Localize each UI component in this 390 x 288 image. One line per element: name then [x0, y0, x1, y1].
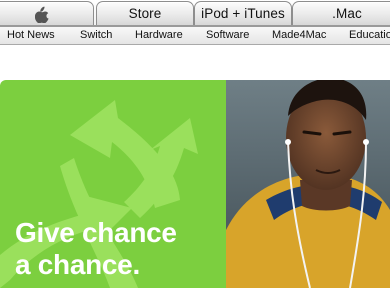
hero-headline-line1: Give chance: [15, 217, 177, 248]
subnav-software[interactable]: Software: [206, 27, 249, 43]
man-with-earbuds-photo: [226, 80, 390, 288]
apple-logo-icon: [35, 6, 49, 23]
tab-store[interactable]: Store: [96, 1, 194, 26]
hero-headline: Give chance a chance.: [15, 217, 177, 281]
subnav-made4mac[interactable]: Made4Mac: [272, 27, 326, 43]
top-tab-bar: Store iPod + iTunes .Mac: [0, 0, 390, 27]
tab-dotmac-label: .Mac: [332, 6, 362, 21]
hero-headline-line2: a chance.: [15, 249, 140, 280]
tab-store-label: Store: [128, 6, 162, 21]
subnav-switch[interactable]: Switch: [80, 27, 112, 43]
hero-green-panel: Give chance a chance.: [0, 80, 226, 288]
hero-banner[interactable]: Give chance a chance.: [0, 80, 390, 288]
tab-apple-home[interactable]: [0, 1, 94, 26]
subnav-education[interactable]: Education: [349, 27, 390, 43]
tab-ipod-itunes-label: iPod + iTunes: [201, 6, 285, 21]
subnav-hot-news[interactable]: Hot News: [7, 27, 55, 43]
tab-dotmac[interactable]: .Mac: [292, 1, 390, 26]
subnav-hardware[interactable]: Hardware: [135, 27, 183, 43]
tab-ipod-itunes[interactable]: iPod + iTunes: [194, 1, 292, 26]
sub-navigation: Hot News Switch Hardware Software Made4M…: [0, 27, 390, 45]
